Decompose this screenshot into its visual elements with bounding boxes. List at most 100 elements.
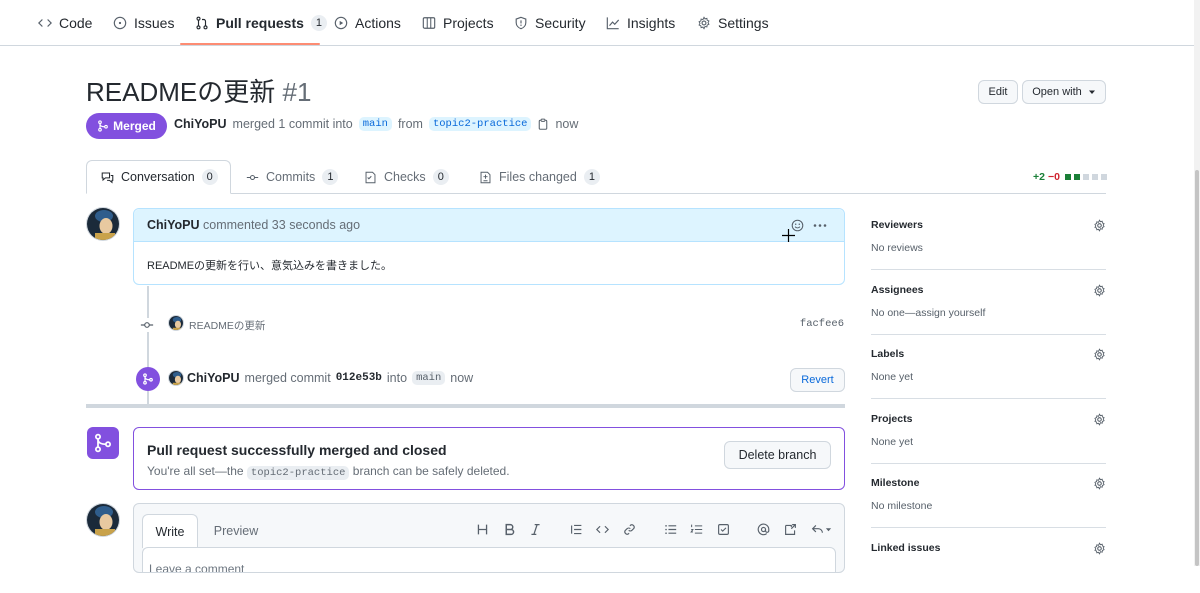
nav-tab-label: Insights	[627, 15, 676, 31]
tab-commits[interactable]: Commits 1	[246, 160, 339, 194]
commit-sha-link[interactable]: facfee6	[800, 318, 844, 330]
merged-subtitle: You're all set—the topic2-practice branc…	[147, 464, 510, 480]
task-list-button[interactable]	[714, 520, 732, 538]
code-button[interactable]	[593, 520, 611, 538]
shield-icon	[515, 16, 527, 30]
merge-commit-sha[interactable]: 012e53b	[336, 372, 382, 384]
git-merge-icon	[143, 373, 153, 385]
comment-textarea[interactable]: Leave a comment	[142, 547, 836, 572]
merge-target-branch[interactable]: main	[412, 371, 446, 385]
issue-opened-icon	[113, 16, 127, 30]
comment-body: READMEの更新を行い、意気込みを書きました。	[147, 260, 393, 272]
comment-box: ChiYoPU commented 33 seconds ago READMEの…	[133, 208, 845, 285]
tab-count: 1	[583, 169, 600, 185]
pr-number: #1	[282, 77, 312, 107]
sidebar-heading[interactable]: Milestone	[871, 477, 919, 489]
avatar[interactable]	[168, 370, 184, 386]
preview-tab[interactable]: Preview	[206, 514, 266, 548]
gear-icon[interactable]	[1093, 348, 1106, 361]
pr-author-link[interactable]: ChiYoPU	[174, 117, 227, 131]
quote-icon	[570, 524, 581, 534]
comment-timestamp[interactable]: commented 33 seconds ago	[203, 218, 360, 232]
scrollbar-thumb[interactable]	[1195, 170, 1199, 566]
merge-time: now	[555, 117, 579, 131]
file-diff-icon	[480, 171, 491, 183]
base-branch[interactable]: main	[358, 117, 392, 131]
list-ordered-icon	[689, 524, 702, 534]
revert-button[interactable]: Revert	[790, 368, 845, 392]
gear-icon[interactable]	[1093, 542, 1106, 555]
gear-icon[interactable]	[1093, 413, 1106, 426]
link-button[interactable]	[620, 520, 638, 538]
sidebar-linked-issues: Linked issues	[871, 529, 1106, 593]
delete-branch-button[interactable]: Delete branch	[724, 441, 831, 469]
saved-replies-button[interactable]	[809, 520, 833, 538]
sidebar-heading[interactable]: Assignees	[871, 284, 924, 296]
tab-checks[interactable]: Checks 0	[364, 160, 449, 194]
sidebar-heading[interactable]: Projects	[871, 413, 912, 425]
mention-button[interactable]	[754, 520, 772, 538]
revert-label: Revert	[801, 374, 834, 386]
kebab-horizontal-icon[interactable]	[812, 219, 828, 232]
write-tab[interactable]: Write	[142, 514, 198, 548]
nav-tab-settings[interactable]: Settings	[697, 0, 769, 46]
quote-button[interactable]	[567, 520, 585, 538]
ordered-list-button[interactable]	[687, 520, 705, 538]
nav-tab-actions[interactable]: Actions	[334, 0, 401, 46]
head-branch[interactable]: topic2-practice	[428, 117, 532, 131]
reply-icon	[811, 524, 823, 533]
preview-tab-label: Preview	[213, 524, 259, 538]
nav-tab-pull-requests[interactable]: Pull requests 1	[195, 0, 328, 46]
tab-label: Checks	[384, 170, 426, 184]
edit-button[interactable]: Edit	[978, 80, 1018, 104]
italic-button[interactable]	[526, 520, 544, 538]
tab-count: 0	[432, 169, 449, 185]
heading-icon	[477, 524, 487, 534]
cross-reference-button[interactable]	[781, 520, 799, 538]
merged-sub-pre: You're all set—the	[147, 464, 244, 478]
tab-conversation[interactable]: Conversation 0	[86, 160, 231, 194]
bold-icon	[505, 523, 514, 535]
tab-label: Commits	[266, 170, 316, 184]
merge-actor[interactable]: ChiYoPU	[187, 371, 240, 385]
sidebar-heading[interactable]: Labels	[871, 348, 904, 360]
nav-tab-projects[interactable]: Projects	[422, 0, 494, 46]
active-tab-underline	[180, 43, 320, 45]
commit-message-link[interactable]: READMEの更新	[189, 318, 265, 333]
diffstat-block	[1064, 174, 1071, 180]
gear-icon[interactable]	[1093, 219, 1106, 232]
avatar[interactable]	[86, 503, 120, 537]
heading-button[interactable]	[473, 520, 491, 538]
diffstat: +2 −0	[1033, 171, 1107, 183]
nav-tab-label: Code	[59, 15, 93, 31]
merge-event-text: ChiYoPU merged commit 012e53b into main …	[187, 371, 473, 385]
bold-button[interactable]	[500, 520, 518, 538]
nav-tab-insights[interactable]: Insights	[606, 0, 675, 46]
commit-row: READMEの更新 facfee6	[140, 315, 844, 335]
tab-files-changed[interactable]: Files changed 1	[479, 160, 600, 194]
open-with-button[interactable]: Open with	[1022, 80, 1106, 104]
code-icon	[38, 19, 52, 27]
nav-tab-issues[interactable]: Issues	[113, 0, 174, 46]
sidebar-value[interactable]: No one—assign yourself	[871, 307, 985, 319]
table-icon	[422, 17, 436, 29]
nav-tab-code[interactable]: Code	[38, 0, 92, 46]
pr-title-text: READMEの更新	[86, 77, 276, 107]
merged-sub-post: branch can be safely deleted.	[352, 464, 510, 478]
gear-icon[interactable]	[1093, 284, 1106, 297]
nav-tab-label: Projects	[443, 15, 494, 31]
avatar[interactable]	[168, 315, 184, 331]
copy-icon[interactable]	[537, 118, 549, 130]
state-label: Merged	[113, 119, 156, 133]
unordered-list-button[interactable]	[661, 520, 679, 538]
edit-button-label: Edit	[988, 86, 1008, 98]
sidebar-heading[interactable]: Linked issues	[871, 542, 940, 554]
comment-author[interactable]: ChiYoPU	[147, 218, 200, 232]
nav-tab-security[interactable]: Security	[514, 0, 586, 46]
gear-icon[interactable]	[1093, 477, 1106, 490]
sidebar-heading[interactable]: Reviewers	[871, 219, 923, 231]
avatar[interactable]	[86, 207, 120, 241]
nav-tab-label: Security	[535, 15, 586, 31]
code-icon	[595, 525, 609, 533]
sidebar-labels: Labels None yet	[871, 335, 1106, 399]
